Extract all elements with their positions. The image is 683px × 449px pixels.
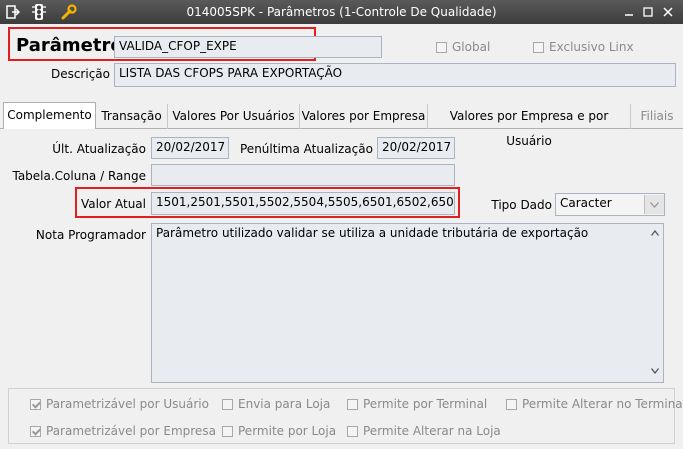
maximize-button[interactable] — [637, 4, 659, 20]
descricao-field[interactable]: LISTA DAS CFOPS PARA EXPORTAÇÃO — [114, 63, 676, 87]
window-title: 014005SPK - Parâmetros (1-Controle De Qu… — [186, 5, 497, 19]
permite-loja-label: Permite por Loja — [238, 424, 337, 438]
valor-atual-label: Valor Atual — [80, 197, 146, 211]
tab-valores-empresa-usuario[interactable]: Valores por Empresa e por Usuário — [428, 104, 631, 148]
tipo-dado-value: Caracter — [560, 196, 612, 210]
ult-atualizacao-label: Últ. Atualização — [52, 142, 146, 156]
parametrizavel-usuario-checkbox[interactable]: Parametrizável por Usuário — [30, 397, 209, 411]
permite-alterar-loja-checkbox[interactable]: Permite Alterar na Loja — [347, 424, 501, 438]
envia-loja-label: Envia para Loja — [238, 397, 331, 411]
permite-alterar-terminal-check-box[interactable] — [506, 398, 517, 410]
permite-alterar-terminal-checkbox[interactable]: Permite Alterar no Terminal — [506, 397, 683, 411]
tipo-dado-label: Tipo Dado — [491, 198, 552, 212]
envia-loja-check-box[interactable] — [222, 398, 233, 410]
global-checkbox[interactable]: Global — [436, 40, 490, 54]
permite-loja-check-box[interactable] — [222, 425, 233, 437]
tab-valores-usuarios[interactable]: Valores Por Usuários — [168, 104, 300, 129]
tab-filiais[interactable]: Filiais — [631, 104, 683, 129]
tab-valores-empresa-usuario-label: Valores por Empresa e por Usuário — [449, 109, 609, 148]
tab-valores-usuarios-label: Valores Por Usuários — [172, 109, 295, 123]
scroll-up-icon[interactable] — [651, 230, 659, 236]
permite-alterar-loja-check-box[interactable] — [347, 425, 358, 437]
wrench-icon[interactable] — [60, 3, 78, 21]
permite-terminal-check-box[interactable] — [347, 398, 358, 410]
tab-filiais-label: Filiais — [640, 109, 674, 123]
envia-loja-checkbox[interactable]: Envia para Loja — [222, 397, 330, 411]
nota-programador-text: Parâmetro utilizado validar se utiliza a… — [156, 226, 589, 240]
tab-complemento[interactable]: Complemento — [3, 102, 96, 129]
permite-terminal-checkbox[interactable]: Permite por Terminal — [347, 397, 487, 411]
nota-programador-label: Nota Programador — [35, 228, 146, 242]
parametrizavel-usuario-check-box[interactable] — [30, 398, 41, 410]
penultima-atualizacao-field[interactable]: 20/02/2017 — [377, 137, 455, 159]
valor-atual-field[interactable]: 1501,2501,5501,5502,5504,5505,6501,6502,… — [151, 192, 455, 215]
parametrizavel-empresa-check-box[interactable] — [30, 425, 41, 437]
exclusivo-linx-check-box[interactable] — [533, 41, 544, 53]
penultima-atualizacao-label: Penúltima Atualização — [240, 142, 373, 156]
nota-programador-textarea[interactable]: Parâmetro utilizado validar se utiliza a… — [151, 223, 664, 383]
permite-terminal-label: Permite por Terminal — [363, 397, 488, 411]
permite-alterar-terminal-label: Permite Alterar no Terminal — [522, 397, 683, 411]
tabela-coluna-field[interactable] — [151, 164, 455, 186]
tab-transacao-label: Transação — [101, 109, 162, 123]
tab-valores-empresa[interactable]: Valores por Empresa — [300, 104, 428, 129]
tab-valores-empresa-label: Valores por Empresa — [301, 109, 426, 123]
exit-icon[interactable] — [4, 3, 22, 21]
tab-transacao[interactable]: Transação — [96, 104, 168, 129]
permite-loja-checkbox[interactable]: Permite por Loja — [222, 424, 336, 438]
close-button[interactable] — [657, 4, 679, 20]
scroll-down-icon[interactable] — [651, 368, 659, 374]
parametro-field[interactable]: VALIDA_CFOP_EXPE — [114, 36, 382, 58]
global-label: Global — [452, 40, 491, 54]
parametrizavel-empresa-label: Parametrizável por Empresa — [46, 424, 216, 438]
traffic-light-icon[interactable] — [30, 3, 48, 21]
parametro-label: Parâmetro — [16, 35, 123, 56]
tabela-coluna-label: Tabela.Coluna / Range — [12, 169, 146, 183]
chevron-down-icon[interactable] — [644, 195, 664, 214]
parametrizavel-empresa-checkbox[interactable]: Parametrizável por Empresa — [30, 424, 216, 438]
global-check-box[interactable] — [436, 41, 447, 53]
parametrizavel-usuario-label: Parametrizável por Usuário — [46, 397, 209, 411]
descricao-label: Descrição — [50, 67, 110, 81]
nota-scrollbar[interactable] — [647, 224, 663, 382]
permite-alterar-loja-label: Permite Alterar na Loja — [363, 424, 501, 438]
title-bar: 014005SPK - Parâmetros (1-Controle De Qu… — [0, 0, 683, 24]
ult-atualizacao-field[interactable]: 20/02/2017 — [151, 137, 229, 159]
exclusivo-linx-checkbox[interactable]: Exclusivo Linx — [533, 40, 634, 54]
tab-complemento-label: Complemento — [7, 108, 92, 122]
exclusivo-linx-label: Exclusivo Linx — [549, 40, 634, 54]
